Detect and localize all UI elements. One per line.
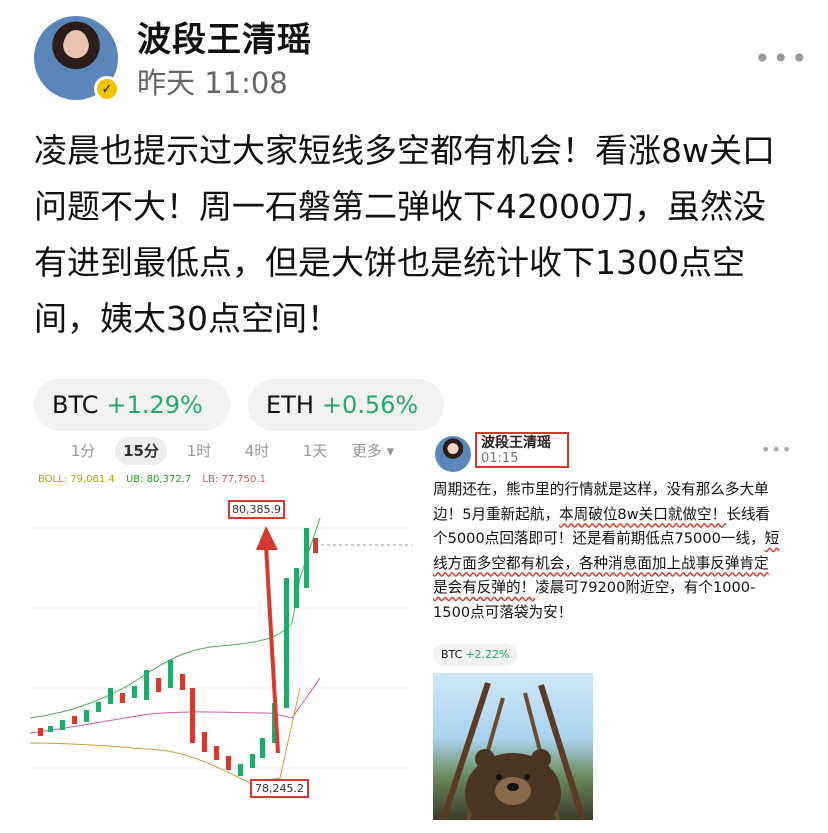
author-name[interactable]: 波段王清瑶: [137, 12, 312, 61]
tab-1h[interactable]: 1时: [170, 437, 228, 465]
chart-interval-tabs: 1分 15分 1时 4时 1天 更多 ▾: [54, 437, 402, 465]
ticker-symbol: ETH: [266, 391, 314, 419]
tab-15m[interactable]: 15分: [115, 437, 167, 465]
chart-low-label: 78,245.2: [250, 779, 309, 798]
verified-badge-icon: ✓: [94, 76, 120, 102]
inner-author-avatar: [435, 436, 471, 472]
quoted-post[interactable]: 波段王清瑶 01:15 ••• 周期还在，熊市里的行情就是这样，没有那么多大单边…: [423, 430, 803, 820]
ticker-change: +1.29%: [106, 391, 203, 419]
ticker-symbol: BTC: [52, 391, 99, 419]
inner-author-name: 波段王清瑶: [481, 435, 551, 451]
chart-high-label: 80,385.9: [228, 500, 285, 519]
tab-more[interactable]: 更多 ▾: [344, 437, 402, 465]
ticker-chip-btc[interactable]: BTC +1.29%: [34, 379, 230, 431]
inner-post-text: 周期还在，熊市里的行情就是这样，没有那么多大单边！5月重新起航，本周破位8w关口…: [433, 481, 780, 621]
inner-more-icon: •••: [761, 440, 793, 459]
candlestick-chart: [30, 517, 412, 784]
bear-photo: [433, 673, 593, 820]
inner-ticker-chip: BTC +2.22%: [433, 644, 518, 666]
more-options-icon[interactable]: •••: [754, 42, 810, 75]
post-text: 凌晨也提示过大家短线多空都有机会！看涨8w关口问题不大！周一石磐第二弹收下420…: [34, 131, 775, 338]
inner-post-time: 01:15: [481, 451, 519, 466]
boll-indicator: BOLL: 79,061.4 UB: 80,372.7 LB: 77,750.1: [38, 474, 266, 485]
ticker-chip-eth[interactable]: ETH +0.56%: [248, 379, 444, 431]
boll-value: BOLL: 79,061.4: [38, 474, 115, 485]
tab-4h[interactable]: 4时: [228, 437, 286, 465]
tab-1m[interactable]: 1分: [54, 437, 112, 465]
boll-lb: LB: 77,750.1: [202, 474, 266, 485]
boll-ub: UB: 80,372.7: [125, 474, 192, 485]
ticker-change: +0.56%: [321, 391, 419, 419]
post-time: 昨天 11:08: [137, 66, 288, 100]
tab-1d[interactable]: 1天: [286, 437, 344, 465]
